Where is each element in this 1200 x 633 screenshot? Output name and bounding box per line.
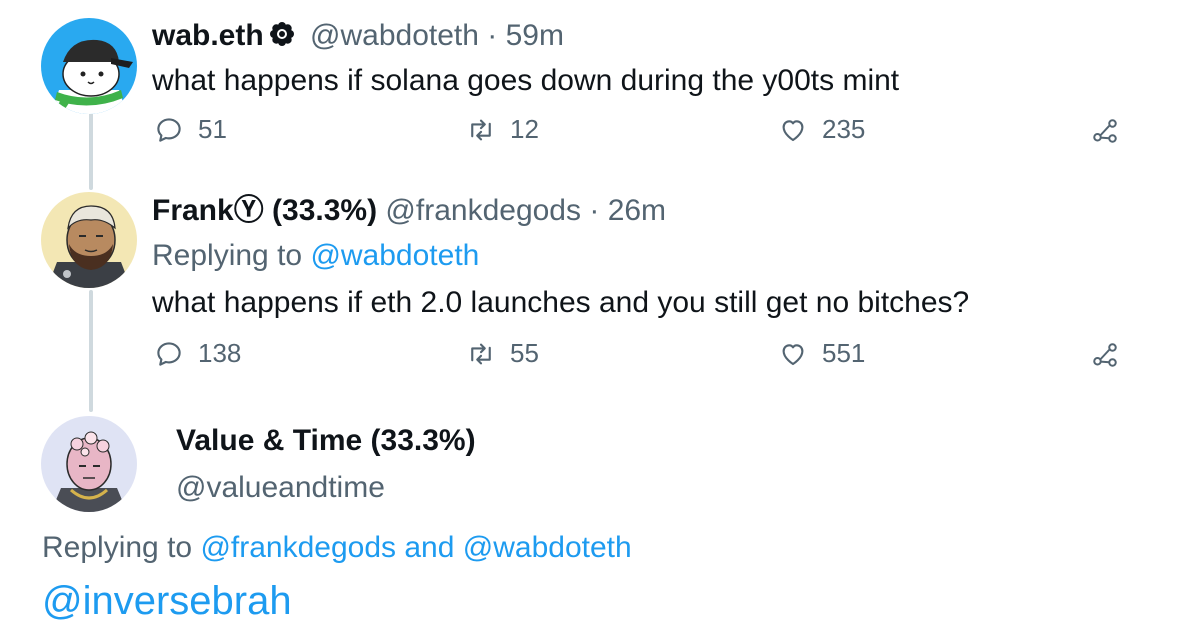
tweet2-reply-button[interactable]: 138 xyxy=(154,338,241,369)
thread-line-2 xyxy=(89,290,93,412)
tweet2-actions: 138 55 551 xyxy=(150,338,1120,378)
tweet1-header: wab.eth @wabdoteth · 59m xyxy=(152,18,564,57)
tweet1-text: what happens if solana goes down during … xyxy=(152,64,900,97)
reply-icon xyxy=(154,115,184,145)
retweet-icon xyxy=(466,115,496,145)
tweet2-timestamp[interactable]: 26m xyxy=(608,194,666,227)
tweet2-like-count: 551 xyxy=(822,338,866,368)
reply-replying-to: Replying to @frankdegods and @wabdoteth xyxy=(42,530,632,566)
tweet1-like-button[interactable]: 235 xyxy=(778,114,865,145)
tweet1-handle[interactable]: @wabdoteth xyxy=(310,19,479,52)
tweet1-retweet-button[interactable]: 12 xyxy=(466,114,539,145)
reply-replying-label: Replying to xyxy=(42,531,193,564)
tweet2-retweet-count: 55 xyxy=(510,338,539,368)
avatar-frank[interactable] xyxy=(41,192,137,288)
avatar-valueandtime[interactable] xyxy=(41,416,137,512)
tweet1-reply-count: 51 xyxy=(198,114,227,144)
tweet2-separator: · xyxy=(589,194,600,227)
tweet1-actions: 51 12 235 xyxy=(150,114,1120,154)
share-icon xyxy=(1090,343,1120,374)
verified-badge-icon xyxy=(268,20,296,57)
tweet2-share-button[interactable] xyxy=(1090,340,1120,375)
tweet2-reply-count: 138 xyxy=(198,338,242,368)
reply-mention-wabdoteth[interactable]: @wabdoteth xyxy=(463,531,632,564)
retweet-icon xyxy=(466,339,496,369)
tweet2-like-button[interactable]: 551 xyxy=(778,338,865,369)
tweet2-handle[interactable]: @frankdegods xyxy=(385,194,581,227)
share-icon xyxy=(1090,119,1120,150)
tweet2-replying-mention[interactable]: @wabdoteth xyxy=(310,239,479,272)
tweet2-retweet-button[interactable]: 55 xyxy=(466,338,539,369)
tweet2-header: FrankⓎ (33.3%) @frankdegods · 26m xyxy=(152,193,666,229)
reply-mention-frankdegods[interactable]: @frankdegods xyxy=(200,531,396,564)
tweet1-reply-button[interactable]: 51 xyxy=(154,114,227,145)
tweet1-retweet-count: 12 xyxy=(510,114,539,144)
reply-text-mention[interactable]: @inversebrah xyxy=(42,577,292,625)
like-icon xyxy=(778,339,808,369)
avatar-wab[interactable] xyxy=(41,18,137,114)
tweet2-author-name[interactable]: FrankⓎ (33.3%) xyxy=(152,194,377,227)
tweet2-text: what happens if eth 2.0 launches and you… xyxy=(152,286,970,319)
like-icon xyxy=(778,115,808,145)
tweet1-timestamp[interactable]: 59m xyxy=(506,19,564,52)
tweet1-like-count: 235 xyxy=(822,114,866,144)
thread-line-1 xyxy=(89,112,93,190)
tweet2-replying-to: Replying to @wabdoteth xyxy=(152,238,479,274)
reply-and-label: and xyxy=(404,531,455,564)
tweet2-replying-label: Replying to xyxy=(152,239,303,272)
tweet1-separator: · xyxy=(487,19,498,52)
tweet1-author-name[interactable]: wab.eth xyxy=(152,19,264,52)
reply-author-handle[interactable]: @valueandtime xyxy=(176,470,385,506)
reply-author-name[interactable]: Value & Time (33.3%) xyxy=(176,423,476,459)
tweet1-share-button[interactable] xyxy=(1090,116,1120,151)
reply-icon xyxy=(154,339,184,369)
